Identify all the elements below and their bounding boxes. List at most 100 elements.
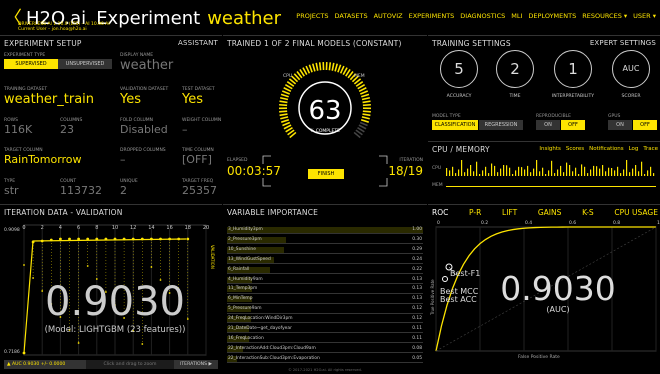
importance-row[interactable]: 22_InteractionAdd:Cloud3pm:Cloud9am0.08 xyxy=(227,345,423,353)
cpu-spark-bar xyxy=(503,165,504,176)
nav-mli[interactable]: MLI xyxy=(511,12,522,20)
unsupervised-button[interactable]: UNSUPERVISED xyxy=(58,59,112,69)
gauge-tick xyxy=(360,122,367,125)
cpu-spark-bar xyxy=(521,167,522,176)
importance-row[interactable]: 6_MinTemp0.13 xyxy=(227,295,423,303)
nav-resources[interactable]: RESOURCES ▾ xyxy=(582,12,627,20)
nav-datasets[interactable]: DATASETS xyxy=(335,12,368,20)
dial-2[interactable]: 1 INTERPRETABILITY xyxy=(546,50,600,108)
cpu-spark-bar xyxy=(497,172,498,176)
trace-link[interactable]: Trace xyxy=(643,146,658,152)
cpu-spark-bar xyxy=(575,168,576,176)
gauge-tick xyxy=(361,94,369,96)
gpus-on-button[interactable]: ON xyxy=(608,120,632,130)
cpu-spark-bar xyxy=(632,169,633,176)
nav-diagnostics[interactable]: DIAGNOSTICS xyxy=(460,12,505,20)
display-name-value[interactable]: weather xyxy=(120,58,173,73)
cpu-spark-bar xyxy=(512,174,513,176)
weight-column-value[interactable]: – xyxy=(182,123,188,136)
cpu-spark-bar xyxy=(452,167,453,176)
importance-row[interactable]: 13_WindGustSpeed0.24 xyxy=(227,256,423,264)
classification-button[interactable]: CLASSIFICATION xyxy=(432,120,478,130)
time-column-value[interactable]: [OFF] xyxy=(182,153,212,166)
cpu-memory-panel: CPU / MEMORY Insights Scores Notificatio… xyxy=(428,141,660,203)
fold-column-value[interactable]: Disabled xyxy=(120,123,168,136)
nav-experiments[interactable]: EXPERIMENTS xyxy=(409,12,455,20)
feature-name: 24_FreqLocation:WindDir3pm xyxy=(228,315,293,323)
nav-autoviz[interactable]: AUTOVIZ xyxy=(374,12,403,20)
iteration-score: 0.9030 xyxy=(20,279,210,325)
percent-complete-value: 63 xyxy=(297,96,353,126)
x-tick-label: 2 xyxy=(41,225,44,231)
dial-1[interactable]: 2TIME xyxy=(488,50,542,108)
mem-sparkline xyxy=(446,186,656,187)
feature-importance: 0.12 xyxy=(412,305,422,313)
dial-value: 5 xyxy=(440,50,478,88)
dropped-columns-label: DROPPED COLUMNS xyxy=(120,148,166,153)
auc-badge[interactable]: ▲ AUC 0.9030 +/- 0.0000 xyxy=(4,360,86,369)
training-settings-title: TRAINING SETTINGS xyxy=(432,39,511,48)
y-max-label: 0.9098 xyxy=(4,228,20,233)
gauge-tick xyxy=(313,64,315,72)
gauge-tick xyxy=(361,120,369,122)
importance-row[interactable]: 4_Humidity9am0.13 xyxy=(227,276,423,284)
unique-value: 2 xyxy=(120,184,127,197)
elapsed-value: 00:03:57 xyxy=(227,164,281,178)
dial-0[interactable]: 5 ACCURACY xyxy=(432,50,486,108)
percent-complete-label: % COMPLETE xyxy=(297,129,353,134)
feature-name: 13_WindGustSpeed xyxy=(228,256,271,264)
reproducible-on-button[interactable]: ON xyxy=(536,120,560,130)
gauge-tick xyxy=(279,111,287,112)
insights-link[interactable]: Insights xyxy=(539,146,561,152)
cpu-sparkline xyxy=(446,160,656,178)
validation-dataset-value[interactable]: Yes xyxy=(120,92,141,107)
notifications-link[interactable]: Notifications xyxy=(589,146,623,152)
nav-deployments[interactable]: DEPLOYMENTS xyxy=(528,12,576,20)
importance-row[interactable]: 16_FreqLocation0.11 xyxy=(227,335,423,343)
training-settings-panel: TRAINING SETTINGS EXPERT SETTINGS 5 ACCUR… xyxy=(428,35,660,141)
expert-settings-link[interactable]: EXPERT SETTINGS xyxy=(590,39,656,47)
importance-row[interactable]: 21_DateDate~get_dayofyear0.11 xyxy=(227,325,423,333)
experiment-name[interactable]: weather xyxy=(207,8,281,29)
dial-3[interactable]: AUCSCORER xyxy=(604,50,658,108)
dial-label: INTERPRETABILITY xyxy=(546,94,600,99)
cpu-spark-bar xyxy=(506,165,507,176)
dial-value: 1 xyxy=(554,50,592,88)
scores-link[interactable]: Scores xyxy=(566,146,584,152)
importance-row[interactable]: 3_Humidity3pm1.00 xyxy=(227,226,423,234)
gauge-tick xyxy=(359,125,366,129)
importance-row[interactable]: 5_Pressure9am0.12 xyxy=(227,305,423,313)
supervised-button[interactable]: SUPERVISED xyxy=(4,59,58,69)
roc-x-tick: 0.8 xyxy=(613,220,620,226)
reproducible-off-button[interactable]: OFF xyxy=(561,120,585,130)
importance-row[interactable]: 22_InteractionSub:Cloud3pm:Evaporation0.… xyxy=(227,355,423,363)
nav-projects[interactable]: PROJECTS xyxy=(296,12,328,20)
importance-row[interactable]: 11_Temp3pm0.13 xyxy=(227,285,423,293)
feature-importance: 0.13 xyxy=(412,276,422,284)
cpu-spark-bar xyxy=(527,166,528,176)
regression-button[interactable]: REGRESSION xyxy=(479,120,523,130)
training-dataset-value[interactable]: weather_train xyxy=(4,92,94,107)
feature-importance: 0.12 xyxy=(412,315,422,323)
dropped-columns-value[interactable]: – xyxy=(120,153,126,166)
candidate-point xyxy=(87,265,89,267)
importance-row[interactable]: 2_Pressure3pm0.30 xyxy=(227,236,423,244)
cpu-spark-bar xyxy=(593,166,594,176)
nav-user[interactable]: USER ▾ xyxy=(633,12,656,20)
assistant-link[interactable]: ASSISTANT xyxy=(178,39,218,47)
gauge-tick xyxy=(329,62,330,70)
x-tick-label: 0 xyxy=(22,225,25,231)
importance-row[interactable]: 24_FreqLocation:WindDir3pm 0.12 xyxy=(227,315,423,323)
finish-button[interactable]: FINISH xyxy=(308,169,344,179)
test-dataset-value[interactable]: Yes xyxy=(182,92,203,107)
dial-label: ACCURACY xyxy=(432,94,486,99)
importance-row[interactable]: 10_Sunshine0.29 xyxy=(227,246,423,254)
cpu-spark-bar xyxy=(578,174,579,176)
target-column-value[interactable]: RainTomorrow xyxy=(4,153,82,166)
iterations-button[interactable]: ITERATIONS ▶ xyxy=(174,360,218,369)
gpus-off-button[interactable]: OFF xyxy=(633,120,657,130)
importance-row[interactable]: 6_Rainfall0.22 xyxy=(227,266,423,274)
log-link[interactable]: Log xyxy=(629,146,639,152)
gauge-tick xyxy=(284,88,291,92)
gauge-tick xyxy=(363,114,371,115)
